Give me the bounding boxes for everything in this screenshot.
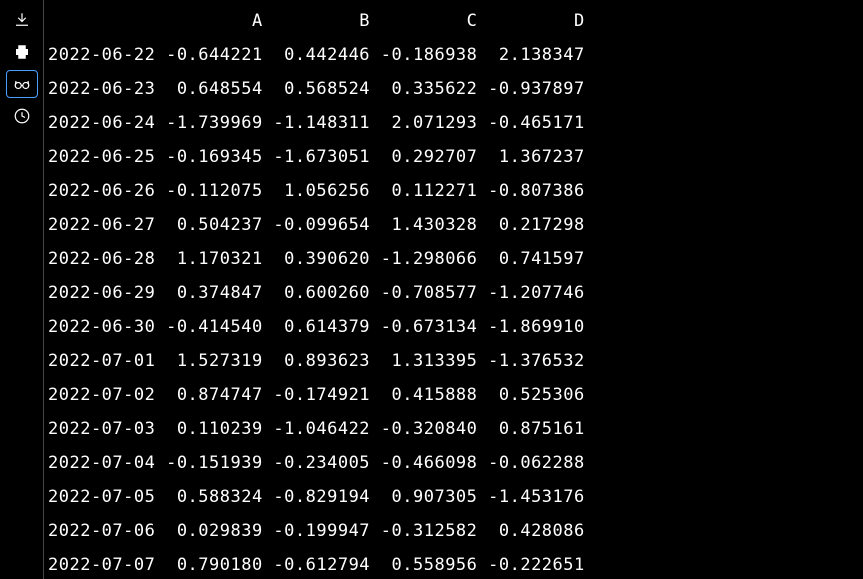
glasses-icon (13, 75, 31, 93)
download-icon (13, 11, 31, 29)
app-root: A B C D 2022-06-22 -0.644221 0.442446 -0… (0, 0, 863, 579)
history-button[interactable] (6, 102, 38, 130)
reader-view-button[interactable] (6, 70, 38, 98)
output-panel: A B C D 2022-06-22 -0.644221 0.442446 -0… (44, 0, 863, 579)
history-icon (13, 107, 31, 125)
print-button[interactable] (6, 38, 38, 66)
print-icon (13, 43, 31, 61)
sidebar (0, 0, 44, 579)
dataframe-output: A B C D 2022-06-22 -0.644221 0.442446 -0… (48, 4, 857, 579)
download-button[interactable] (6, 6, 38, 34)
